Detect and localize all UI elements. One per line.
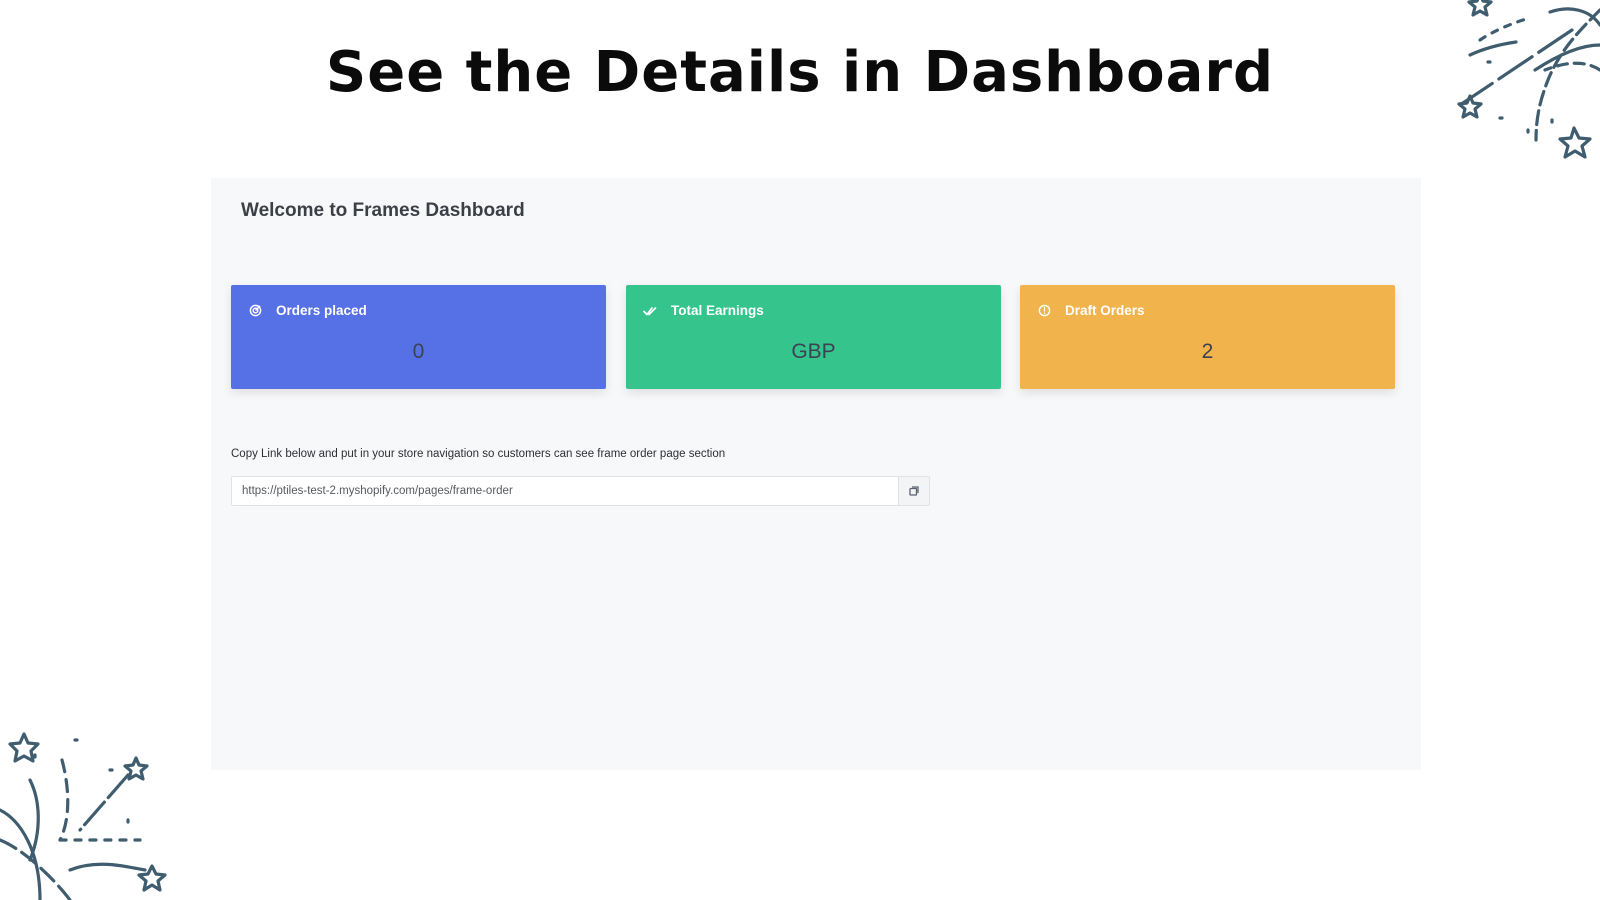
draft-orders-card: Draft Orders 2 (1020, 285, 1395, 389)
card-label: Orders placed (276, 303, 367, 318)
orders-placed-card: Orders placed 0 (231, 285, 606, 389)
copy-icon (909, 484, 919, 499)
dashboard-welcome: Welcome to Frames Dashboard (241, 200, 525, 221)
dashboard-panel: Welcome to Frames Dashboard Orders place… (211, 178, 1421, 770)
copy-link-instructions: Copy Link below and put in your store na… (231, 448, 726, 460)
hero-title: See the Details in Dashboard (325, 40, 1275, 105)
total-earnings-card: Total Earnings GBP (626, 285, 1001, 389)
card-header: Draft Orders (1037, 303, 1145, 318)
store-link-input[interactable] (231, 476, 898, 506)
copy-link-button[interactable] (898, 476, 930, 506)
card-label: Total Earnings (671, 303, 764, 318)
slide-page: See the Details in Dashboard Welcome to … (0, 0, 1600, 900)
card-label: Draft Orders (1065, 303, 1145, 318)
card-header: Orders placed (248, 303, 367, 318)
target-icon (248, 304, 262, 318)
shooting-stars-icon (0, 732, 167, 900)
info-circle-icon (1037, 304, 1051, 318)
double-check-icon (643, 304, 657, 318)
card-value: 0 (412, 340, 425, 363)
card-value: 2 (1201, 340, 1214, 363)
shooting-stars-icon (1457, 0, 1600, 159)
card-value: GBP (791, 340, 836, 363)
card-header: Total Earnings (643, 303, 764, 318)
copy-link-group (231, 476, 930, 506)
